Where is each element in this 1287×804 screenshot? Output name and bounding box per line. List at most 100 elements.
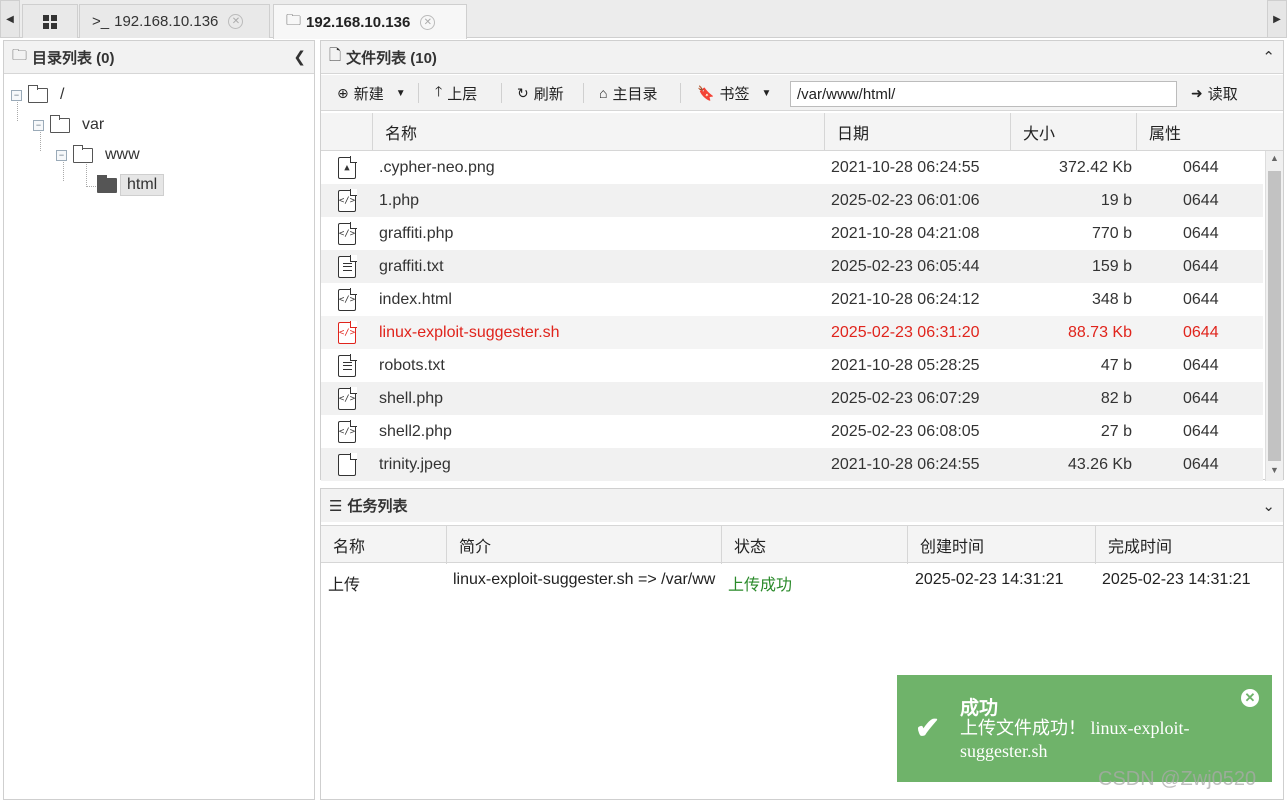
- file-name: shell2.php: [379, 422, 452, 440]
- task-row[interactable]: 上传 linux-exploit-suggester.sh => /var/ww…: [321, 565, 1283, 597]
- table-row[interactable]: </> 1.php 2025-02-23 06:01:06 19 b 0644: [321, 184, 1263, 217]
- code-file-icon: </>: [338, 287, 357, 311]
- collapse-down-icon[interactable]: ⌄: [1262, 497, 1275, 515]
- task-created: 2025-02-23 14:31:21: [915, 571, 1064, 588]
- home-button[interactable]: ⌂ 主目录: [599, 75, 657, 111]
- file-attr: 0644: [1183, 389, 1219, 407]
- column-header-task-status[interactable]: 状态: [722, 526, 908, 564]
- home-icon: ⌂: [599, 85, 608, 101]
- tab-file-manager-label: 192.168.10.136: [306, 13, 411, 31]
- file-date: 2021-10-28 06:24:12: [831, 290, 980, 308]
- file-size: 770 b: [1091, 224, 1132, 242]
- table-row[interactable]: ▲ .cypher-neo.png 2021-10-28 06:24:55 37…: [321, 151, 1263, 184]
- scroll-up-icon[interactable]: ▲: [1266, 153, 1283, 167]
- folder-icon: [28, 84, 48, 103]
- table-row[interactable]: graffiti.txt 2025-02-23 06:05:44 159 b 0…: [321, 250, 1263, 283]
- file-size: 88.73 Kb: [1067, 323, 1132, 341]
- tab-file-manager[interactable]: 🗀 192.168.10.136 ✕: [273, 4, 467, 39]
- code-file-icon: </>: [338, 221, 357, 245]
- file-size: 82 b: [1100, 389, 1132, 407]
- tree-node-html[interactable]: html: [97, 173, 165, 197]
- column-header-task-finished[interactable]: 完成时间: [1096, 526, 1283, 564]
- file-name: shell.php: [379, 389, 444, 407]
- directory-panel-header: 🗀 目录列表 (0) ❮: [4, 41, 314, 74]
- task-status: 上传成功: [728, 577, 793, 594]
- code-file-icon: </>: [338, 419, 357, 443]
- tab-terminal[interactable]: >_ 192.168.10.136 ✕: [79, 4, 270, 38]
- up-button[interactable]: 🡑 上层: [435, 75, 477, 111]
- file-date: 2021-10-28 04:21:08: [831, 224, 980, 242]
- table-row[interactable]: robots.txt 2021-10-28 05:28:25 47 b 0644: [321, 349, 1263, 382]
- file-list-scrollbar[interactable]: ▲ ▼: [1265, 151, 1283, 481]
- new-button[interactable]: ⊕ 新建 ▼: [337, 75, 406, 111]
- collapse-node-icon[interactable]: −: [56, 149, 67, 161]
- file-attr: 0644: [1183, 422, 1219, 440]
- file-name: index.html: [379, 290, 452, 308]
- bookmark-icon: 🔖: [697, 84, 715, 101]
- column-header-size[interactable]: 大小: [1011, 113, 1137, 151]
- collapse-node-icon[interactable]: −: [33, 119, 44, 131]
- tree-node-root[interactable]: − /: [11, 83, 64, 107]
- file-attr: 0644: [1183, 224, 1219, 242]
- refresh-button[interactable]: ↻ 刷新: [517, 75, 564, 111]
- file-size: 43.26 Kb: [1067, 455, 1132, 473]
- tab-scroll-right-icon[interactable]: ▶: [1267, 0, 1287, 38]
- column-header-task-created[interactable]: 创建时间: [908, 526, 1096, 564]
- bookmark-button[interactable]: 🔖 书签 ▼: [697, 75, 771, 111]
- file-name: graffiti.txt: [379, 257, 444, 275]
- tab-bar: ◀ >_ 192.168.10.136 ✕ 🗀 192.168.10.136 ✕…: [0, 0, 1287, 39]
- table-row[interactable]: </> graffiti.php 2021-10-28 04:21:08 770…: [321, 217, 1263, 250]
- file-name: .cypher-neo.png: [379, 158, 495, 176]
- file-size: 47 b: [1100, 356, 1132, 374]
- table-row[interactable]: </> shell2.php 2025-02-23 06:08:05 27 b …: [321, 415, 1263, 448]
- file-attr: 0644: [1183, 290, 1219, 308]
- collapse-node-icon[interactable]: −: [11, 89, 22, 101]
- file-date: 2021-10-28 06:24:55: [831, 455, 980, 473]
- tree-node-label: var: [82, 116, 105, 133]
- column-header-task-name[interactable]: 名称: [321, 526, 447, 564]
- file-attr: 0644: [1183, 455, 1219, 473]
- plus-circle-icon: ⊕: [337, 84, 349, 101]
- file-size: 19 b: [1100, 191, 1132, 209]
- close-icon[interactable]: ✕: [420, 14, 436, 30]
- collapse-left-icon[interactable]: ❮: [293, 48, 306, 66]
- file-size: 372.42 Kb: [1059, 158, 1132, 176]
- tree-node-var[interactable]: − var: [33, 113, 104, 137]
- task-finished: 2025-02-23 14:31:21: [1102, 571, 1251, 588]
- file-panel-header: 🗋 文件列表 (10) ⌃: [321, 41, 1283, 74]
- file-name: graffiti.php: [379, 224, 454, 242]
- task-name: 上传: [328, 577, 361, 594]
- code-file-icon: </>: [338, 188, 357, 212]
- file-name: trinity.jpeg: [379, 455, 451, 473]
- read-button[interactable]: ➜ 读取: [1191, 75, 1238, 111]
- table-row[interactable]: </> index.html 2021-10-28 06:24:12 348 b…: [321, 283, 1263, 316]
- table-row[interactable]: trinity.jpeg 2021-10-28 06:24:55 43.26 K…: [321, 448, 1263, 481]
- column-header-date[interactable]: 日期: [825, 113, 1011, 151]
- path-input[interactable]: [790, 81, 1177, 107]
- close-icon[interactable]: ✕: [1241, 689, 1259, 707]
- tab-scroll-left-icon[interactable]: ◀: [0, 0, 20, 38]
- tab-home[interactable]: [22, 4, 78, 38]
- file-icon: 🗋: [329, 46, 342, 64]
- file-date: 2025-02-23 06:31:20: [831, 323, 980, 341]
- file-table-header: 名称 日期 大小 属性: [321, 113, 1283, 151]
- column-header-icon: [321, 113, 373, 151]
- column-header-attr[interactable]: 属性: [1137, 113, 1283, 151]
- scroll-down-icon[interactable]: ▼: [1266, 465, 1283, 479]
- table-row-highlighted[interactable]: </> linux-exploit-suggester.sh 2025-02-2…: [321, 316, 1263, 349]
- tree-node-www[interactable]: − www: [56, 143, 140, 167]
- column-header-name[interactable]: 名称: [373, 113, 825, 151]
- file-attr: 0644: [1183, 191, 1219, 209]
- tree-node-label: html: [120, 174, 165, 196]
- column-header-task-desc[interactable]: 简介: [447, 526, 722, 564]
- success-toast: ✔ 成功 上传文件成功！ linux-exploit-suggester.sh …: [897, 675, 1272, 782]
- text-file-icon: [338, 254, 357, 278]
- file-table-body: ▲ .cypher-neo.png 2021-10-28 06:24:55 37…: [321, 151, 1263, 481]
- close-icon[interactable]: ✕: [228, 14, 244, 29]
- file-attr: 0644: [1183, 158, 1219, 176]
- folder-icon: [73, 144, 93, 163]
- table-row[interactable]: </> shell.php 2025-02-23 06:07:29 82 b 0…: [321, 382, 1263, 415]
- collapse-up-icon[interactable]: ⌃: [1262, 48, 1275, 66]
- file-panel: 🗋 文件列表 (10) ⌃ ⊕ 新建 ▼ 🡑 上层 ↻ 刷新 ⌂ 主目录 🔖 书…: [320, 40, 1284, 481]
- scroll-thumb[interactable]: [1268, 171, 1281, 461]
